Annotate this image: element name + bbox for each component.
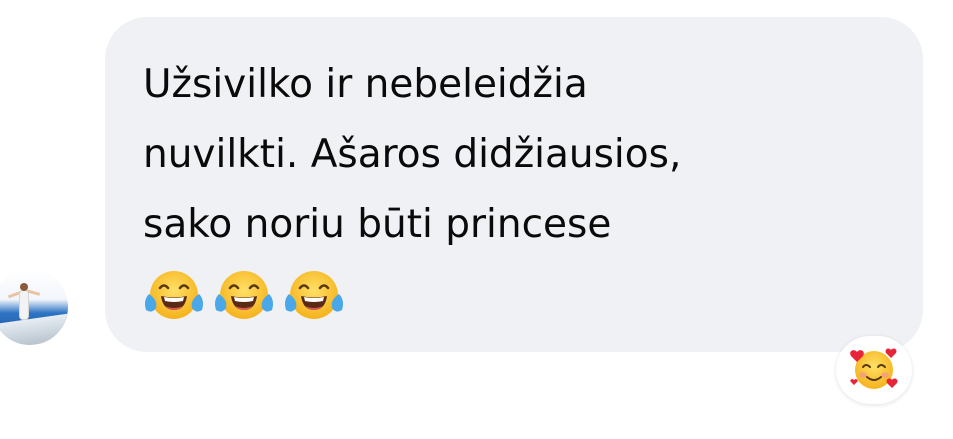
- message-line: nuvilkti. Ašaros didžiausios,: [143, 132, 682, 177]
- tears-of-joy-icon: [143, 266, 205, 326]
- sender-avatar[interactable]: [0, 269, 68, 345]
- avatar-person: [20, 291, 28, 319]
- tears-of-joy-icon: [213, 266, 275, 326]
- message-text: Užsivilko ir nebeleidžia nuvilkti. Ašaro…: [143, 50, 887, 260]
- avatar-head: [20, 283, 28, 291]
- message-bubble[interactable]: Užsivilko ir nebeleidžia nuvilkti. Ašaro…: [105, 17, 923, 352]
- tears-of-joy-icon: [283, 266, 345, 326]
- smiling-face-with-hearts-icon: [848, 342, 900, 399]
- message-line: Užsivilko ir nebeleidžia: [143, 62, 588, 107]
- chat-thread: Užsivilko ir nebeleidžia nuvilkti. Ašaro…: [0, 0, 953, 439]
- emoji-row: [143, 266, 887, 326]
- avatar-boat-deck: [0, 313, 68, 345]
- message-line: sako noriu būti princese: [143, 202, 612, 247]
- reaction-badge[interactable]: [836, 336, 912, 404]
